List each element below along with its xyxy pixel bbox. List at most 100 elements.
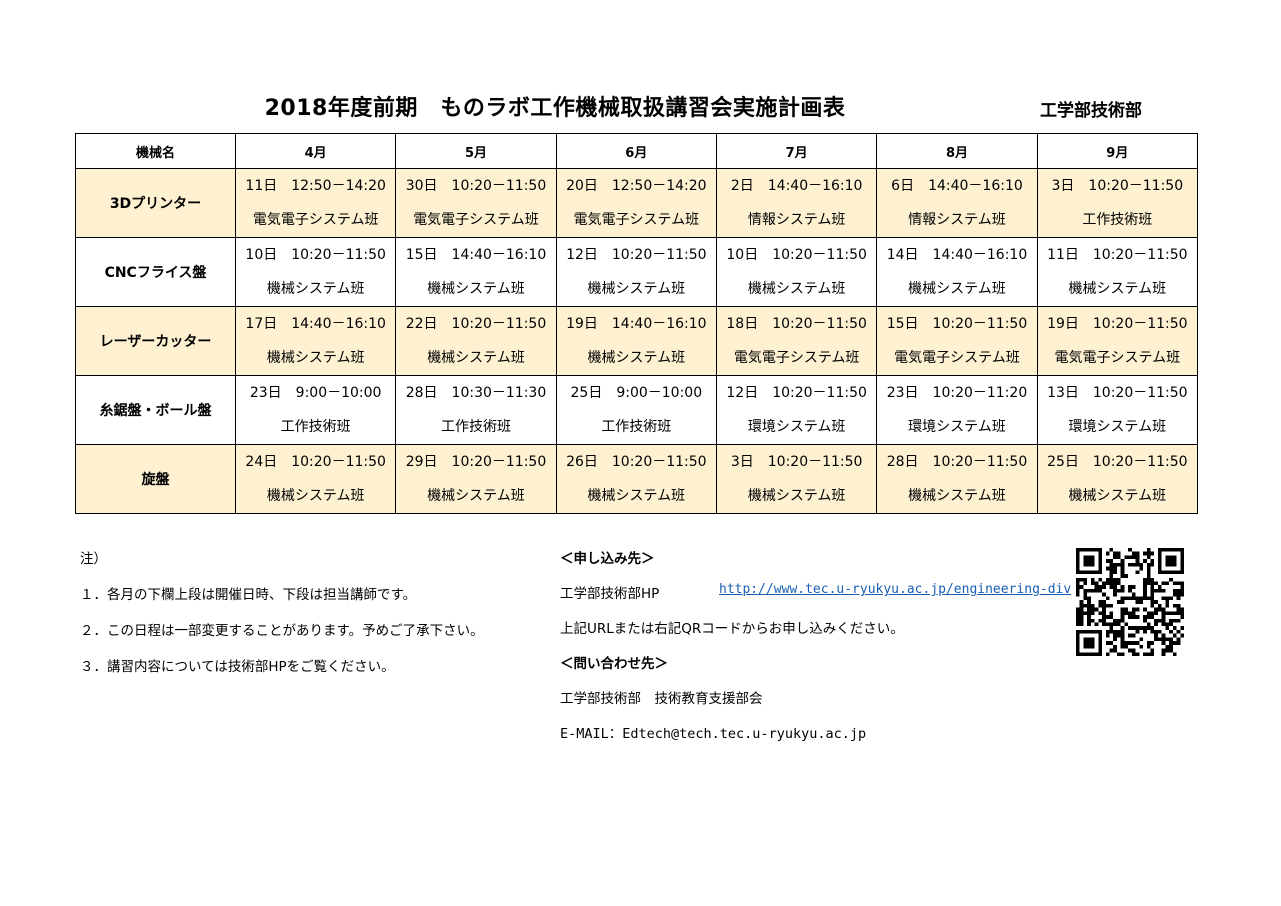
- session-datetime: 22日 10:20－11:50: [405, 316, 547, 332]
- instructor-group: 機械システム班: [747, 281, 846, 297]
- session-datetime: 15日 10:20－11:50: [886, 316, 1028, 332]
- instructor-group: 情報システム班: [908, 212, 1006, 228]
- instructor-group: 機械システム班: [266, 350, 365, 366]
- schedule-cell: 10日 10:20－11:50 機械システム班: [715, 237, 878, 307]
- notes-heading: 注）: [80, 551, 107, 567]
- hp-link[interactable]: http://www.tec.u-ryukyu.ac.jp/engineerin…: [719, 582, 1071, 597]
- session-datetime: 26日 10:20－11:50: [566, 454, 707, 470]
- instructor-group: 電気電子システム班: [252, 212, 379, 228]
- schedule-cell: 29日 10:20－11:50 機械システム班: [395, 444, 557, 514]
- instructor-group: 電気電子システム班: [413, 212, 539, 228]
- table-header-row: 機械名 4月 5月 6月 7月 8月 9月: [75, 133, 1199, 169]
- email-address[interactable]: E-MAIL：Edtech@tech.tec.u-ryukyu.ac.jp: [560, 722, 904, 757]
- instructor-group: 工作技術班: [280, 419, 351, 435]
- header-machine: 機械名: [75, 133, 236, 169]
- schedule-cell: 11日 12:50－14:20 電気電子システム班: [234, 168, 397, 238]
- session-datetime: 29日 10:20－11:50: [405, 454, 547, 470]
- machine-name: 3Dプリンター: [75, 168, 236, 238]
- session-datetime: 10日 10:20－11:50: [245, 247, 386, 263]
- machine-name: 糸鋸盤・ボール盤: [75, 375, 236, 445]
- schedule-cell: 28日 10:20－11:50 機械システム班: [876, 444, 1038, 514]
- session-datetime: 2日 14:40－16:10: [730, 178, 863, 194]
- table-row: 糸鋸盤・ボール盤 23日 9:00－10:00 工作技術班 28日 10:30－11:…: [75, 375, 1199, 445]
- header-july: 7月: [715, 133, 878, 169]
- apply-heading: ＜申し込み先＞: [560, 551, 655, 567]
- schedule-table: 機械名 4月 5月 6月 7月 8月 9月 3Dプリンター 11日 12:50－1…: [75, 133, 1199, 514]
- hp-label: 工学部技術部HP: [560, 586, 660, 602]
- schedule-cell: 24日 10:20－11:50 機械システム班: [234, 444, 397, 514]
- instructor-group: 電気電子システム班: [573, 212, 700, 228]
- schedule-cell: 23日 10:20－11:20 環境システム班: [876, 375, 1038, 445]
- session-datetime: 28日 10:20－11:50: [886, 454, 1028, 470]
- instructor-group: 電気電子システム班: [1054, 350, 1181, 366]
- schedule-cell: 14日 14:40－16:10 機械システム班: [876, 237, 1038, 307]
- instructor-group: 工作技術班: [440, 419, 511, 435]
- instructor-group: 機械システム班: [427, 350, 525, 366]
- session-datetime: 12日 10:20－11:50: [726, 385, 867, 401]
- instructor-group: 工作技術班: [601, 419, 672, 435]
- session-datetime: 19日 10:20－11:50: [1047, 316, 1188, 332]
- machine-name: レーザーカッター: [75, 306, 236, 376]
- instructor-group: 機械システム班: [747, 488, 846, 504]
- instructor-group: 環境システム班: [908, 419, 1006, 435]
- instructor-group: 環境システム班: [747, 419, 846, 435]
- schedule-cell: 28日 10:30－11:30 工作技術班: [395, 375, 557, 445]
- header-june: 6月: [555, 133, 717, 169]
- session-datetime: 25日 9:00－10:00: [570, 385, 703, 401]
- session-datetime: 3日 10:20－11:50: [1051, 178, 1184, 194]
- notes-section: 注） １．各月の下欄上段は開催日時、下段は担当講師です。 ２．この日程は一部変更…: [80, 547, 484, 691]
- session-datetime: 25日 10:20－11:50: [1047, 454, 1188, 470]
- session-datetime: 17日 14:40－16:10: [245, 316, 386, 332]
- apply-text: 上記URLまたは右記QRコードからお申し込みください。: [560, 621, 904, 637]
- schedule-cell: 30日 10:20－11:50 電気電子システム班: [395, 168, 557, 238]
- schedule-cell: 10日 10:20－11:50 機械システム班: [234, 237, 397, 307]
- instructor-group: 機械システム班: [908, 281, 1006, 297]
- schedule-cell: 19日 14:40－16:10 機械システム班: [555, 306, 717, 376]
- session-datetime: 11日 12:50－14:20: [245, 178, 386, 194]
- instructor-group: 機械システム班: [1068, 281, 1167, 297]
- schedule-cell: 22日 10:20－11:50 機械システム班: [395, 306, 557, 376]
- schedule-cell: 15日 10:20－11:50 電気電子システム班: [876, 306, 1038, 376]
- instructor-group: 機械システム班: [587, 488, 686, 504]
- schedule-cell: 3日 10:20－11:50 工作技術班: [1036, 168, 1199, 238]
- schedule-cell: 25日 9:00－10:00 工作技術班: [555, 375, 717, 445]
- session-datetime: 10日 10:20－11:50: [726, 247, 867, 263]
- qr-code-icon[interactable]: [1075, 548, 1185, 656]
- table-row: 3Dプリンター 11日 12:50－14:20 電気電子システム班 30日 10:20…: [75, 168, 1199, 238]
- header-may: 5月: [395, 133, 557, 169]
- schedule-cell: 12日 10:20－11:50 環境システム班: [715, 375, 878, 445]
- header-august: 8月: [876, 133, 1038, 169]
- header-april: 4月: [234, 133, 397, 169]
- contact-section: ＜申し込み先＞ 工学部技術部HP http://www.tec.u-ryukyu…: [560, 547, 1071, 757]
- instructor-group: 機械システム班: [908, 488, 1006, 504]
- machine-name: CNCフライス盤: [75, 237, 236, 307]
- table-row: CNCフライス盤 10日 10:20－11:50 機械システム班 15日 14:40－…: [75, 237, 1199, 307]
- session-datetime: 12日 10:20－11:50: [566, 247, 707, 263]
- session-datetime: 19日 14:40－16:10: [566, 316, 707, 332]
- schedule-cell: 23日 9:00－10:00 工作技術班: [234, 375, 397, 445]
- session-datetime: 13日 10:20－11:50: [1047, 385, 1188, 401]
- schedule-cell: 19日 10:20－11:50 電気電子システム班: [1036, 306, 1199, 376]
- note-item: ３．講習内容については技術部HPをご覧ください。: [80, 659, 395, 675]
- instructor-group: 機械システム班: [266, 281, 365, 297]
- instructor-group: 機械システム班: [587, 350, 686, 366]
- instructor-group: 機械システム班: [427, 281, 525, 297]
- schedule-cell: 26日 10:20－11:50 機械システム班: [555, 444, 717, 514]
- instructor-group: 機械システム班: [1068, 488, 1167, 504]
- session-datetime: 30日 10:20－11:50: [405, 178, 547, 194]
- machine-name: 旋盤: [75, 444, 236, 514]
- schedule-cell: 3日 10:20－11:50 機械システム班: [715, 444, 878, 514]
- instructor-group: 機械システム班: [587, 281, 686, 297]
- table-row: レーザーカッター 17日 14:40－16:10 機械システム班 22日 10:20－…: [75, 306, 1199, 376]
- organization-name: 工学部技術部: [1040, 101, 1142, 121]
- session-datetime: 18日 10:20－11:50: [726, 316, 867, 332]
- schedule-cell: 11日 10:20－11:50 機械システム班: [1036, 237, 1199, 307]
- session-datetime: 24日 10:20－11:50: [245, 454, 386, 470]
- schedule-cell: 13日 10:20－11:50 環境システム班: [1036, 375, 1199, 445]
- schedule-cell: 20日 12:50－14:20 電気電子システム班: [555, 168, 717, 238]
- session-datetime: 11日 10:20－11:50: [1047, 247, 1188, 263]
- table-row: 旋盤 24日 10:20－11:50 機械システム班 29日 10:20－11:50 機…: [75, 444, 1199, 514]
- note-item: ２．この日程は一部変更することがあります。予めご了承下さい。: [80, 623, 484, 639]
- session-datetime: 23日 10:20－11:20: [886, 385, 1028, 401]
- schedule-cell: 15日 14:40－16:10 機械システム班: [395, 237, 557, 307]
